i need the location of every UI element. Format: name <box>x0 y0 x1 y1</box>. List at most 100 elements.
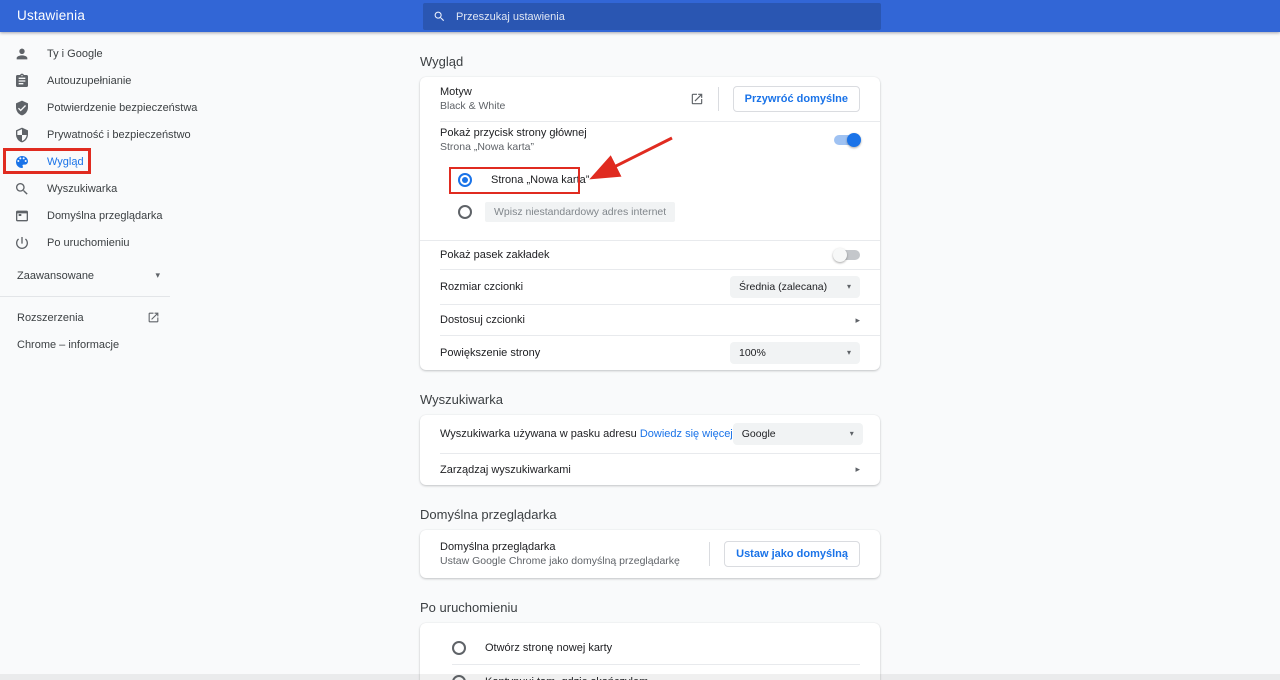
sidebar-item-label: Po uruchomieniu <box>47 237 130 249</box>
custom-address-input[interactable] <box>485 202 675 222</box>
bookmarks-bar-label: Pokaż pasek zakładek <box>440 248 549 262</box>
theme-row[interactable]: Motyw Black & White Przywróć domyślne <box>420 77 880 121</box>
browser-window-icon <box>14 208 30 224</box>
sidebar-item-label: Wyszukiwarka <box>47 183 117 195</box>
search-engine-card: Wyszukiwarka używana w pasku adresu Dowi… <box>420 415 880 485</box>
radio-unselected[interactable] <box>452 641 466 655</box>
page-zoom-label: Powiększenie strony <box>440 346 540 360</box>
font-size-select[interactable]: Średnia (zalecana) ▾ <box>730 276 860 298</box>
sidebar-item-extensions[interactable]: Rozszerzenia <box>0 304 170 331</box>
sidebar-item-privacy[interactable]: Prywatność i bezpieczeństwo <box>0 121 210 148</box>
extensions-label: Rozszerzenia <box>17 312 84 324</box>
show-home-button-row: Pokaż przycisk strony głównej Strona „No… <box>420 122 880 158</box>
toggle-knob <box>847 133 861 147</box>
advanced-label: Zaawansowane <box>17 270 94 282</box>
radio-selected[interactable] <box>458 173 472 187</box>
sidebar-item-label: Potwierdzenie bezpieczeństwa <box>47 102 197 114</box>
vertical-divider <box>709 542 710 566</box>
sidebar-item-label: Prywatność i bezpieczeństwo <box>47 129 191 141</box>
sidebar-item-label: Wygląd <box>47 156 84 168</box>
customize-fonts-row[interactable]: Dostosuj czcionki ▸ <box>420 305 880 335</box>
sidebar-item-default-browser[interactable]: Domyślna przeglądarka <box>0 202 210 229</box>
sidebar-item-you-and-google[interactable]: Ty i Google <box>0 40 210 67</box>
sidebar-advanced-toggle[interactable]: Zaawansowane ▾ <box>0 262 160 289</box>
app-header: Ustawienia <box>0 0 1280 32</box>
sidebar-item-label: Autouzupełnianie <box>47 75 131 87</box>
search-icon <box>14 181 30 197</box>
search-engine-value: Google <box>742 428 776 440</box>
sidebar-item-label: Ty i Google <box>47 48 103 60</box>
chrome-settings-page: Ustawienia Ty i Google Autouzupełnianie … <box>0 0 1280 680</box>
font-size-row: Rozmiar czcionki Średnia (zalecana) ▾ <box>420 270 880 304</box>
chevron-right-icon: ▸ <box>855 464 860 475</box>
viewport-bottom-edge <box>0 674 1280 680</box>
on-startup-card: Otwórz stronę nowej karty Kontynuuj tam,… <box>420 623 880 680</box>
default-browser-row: Domyślna przeglądarka Ustaw Google Chrom… <box>420 530 880 578</box>
sidebar-item-on-startup[interactable]: Po uruchomieniu <box>0 229 210 256</box>
sidebar-item-autofill[interactable]: Autouzupełnianie <box>0 67 210 94</box>
learn-more-link[interactable]: Dowiedz się więcej <box>640 428 733 440</box>
page-zoom-select[interactable]: 100% ▾ <box>730 342 860 364</box>
radio-unselected[interactable] <box>458 205 472 219</box>
default-browser-title: Domyślna przeglądarka <box>440 540 680 554</box>
ntp-radio-label: Strona „Nowa karta” <box>491 174 589 186</box>
default-browser-subtitle: Ustaw Google Chrome jako domyślną przegl… <box>440 555 680 568</box>
settings-sidebar: Ty i Google Autouzupełnianie Potwierdzen… <box>0 40 210 358</box>
sidebar-item-label: Domyślna przeglądarka <box>47 210 163 222</box>
external-link-icon <box>147 311 160 324</box>
shield-check-icon <box>14 100 30 116</box>
home-button-radio-group: Strona „Nowa karta” <box>420 158 880 240</box>
theme-value: Black & White <box>440 100 505 113</box>
appearance-heading: Wygląd <box>420 32 880 77</box>
page-zoom-row: Powiększenie strony 100% ▾ <box>420 336 880 370</box>
search-engine-heading: Wyszukiwarka <box>420 370 880 415</box>
home-button-value: Strona „Nowa karta” <box>440 141 587 154</box>
sidebar-item-about-chrome[interactable]: Chrome – informacje <box>0 331 170 358</box>
person-icon <box>14 46 30 62</box>
security-shield-icon <box>14 127 30 143</box>
reset-theme-button[interactable]: Przywróć domyślne <box>733 86 860 112</box>
startup-radio-group: Otwórz stronę nowej karty Kontynuuj tam,… <box>420 623 880 680</box>
clipboard-icon <box>14 73 30 89</box>
page-title: Ustawienia <box>17 8 85 23</box>
search-input[interactable] <box>456 11 871 23</box>
ntp-radio-row[interactable]: Strona „Nowa karta” <box>458 164 860 196</box>
customize-fonts-label: Dostosuj czcionki <box>440 313 525 327</box>
search-icon <box>433 10 446 23</box>
sidebar-item-appearance[interactable]: Wygląd <box>0 148 210 175</box>
manage-search-engines-row[interactable]: Zarządzaj wyszukiwarkami ▸ <box>420 454 880 485</box>
font-size-label: Rozmiar czcionki <box>440 280 523 294</box>
manage-search-engines-label: Zarządzaj wyszukiwarkami <box>440 463 571 477</box>
sidebar-divider <box>0 296 170 297</box>
custom-address-radio-row[interactable] <box>458 196 860 228</box>
settings-search[interactable] <box>423 3 881 30</box>
default-browser-card: Domyślna przeglądarka Ustaw Google Chrom… <box>420 530 880 578</box>
vertical-divider <box>718 87 719 111</box>
open-in-new-icon[interactable] <box>690 92 704 106</box>
dropdown-caret-icon: ▾ <box>850 430 854 438</box>
appearance-card: Motyw Black & White Przywróć domyślne Po… <box>420 77 880 370</box>
sidebar-item-search-engine[interactable]: Wyszukiwarka <box>0 175 210 202</box>
page-zoom-value: 100% <box>739 347 766 359</box>
bookmarks-bar-toggle[interactable] <box>834 250 860 260</box>
sidebar-item-safety-check[interactable]: Potwierdzenie bezpieczeństwa <box>0 94 210 121</box>
default-browser-heading: Domyślna przeglądarka <box>420 485 880 530</box>
home-button-toggle[interactable] <box>834 135 860 145</box>
search-engine-row: Wyszukiwarka używana w pasku adresu Dowi… <box>420 415 880 453</box>
search-engine-label: Wyszukiwarka używana w pasku adresu <box>440 428 637 440</box>
palette-icon <box>14 154 30 170</box>
chevron-right-icon: ▸ <box>855 315 860 326</box>
on-startup-heading: Po uruchomieniu <box>420 578 880 623</box>
startup-option1-label: Otwórz stronę nowej karty <box>485 642 612 654</box>
search-engine-select[interactable]: Google ▾ <box>733 423 863 445</box>
about-label: Chrome – informacje <box>17 339 119 351</box>
set-default-button[interactable]: Ustaw jako domyślną <box>724 541 860 567</box>
startup-option-ntp[interactable]: Otwórz stronę nowej karty <box>452 631 860 664</box>
font-size-value: Średnia (zalecana) <box>739 281 827 293</box>
dropdown-caret-icon: ▾ <box>847 349 851 357</box>
power-icon <box>14 235 30 251</box>
dropdown-caret-icon: ▾ <box>847 283 851 291</box>
home-button-title: Pokaż przycisk strony głównej <box>440 126 587 140</box>
theme-title: Motyw <box>440 85 505 99</box>
settings-content: Wygląd Motyw Black & White Przywróć domy… <box>420 32 880 680</box>
